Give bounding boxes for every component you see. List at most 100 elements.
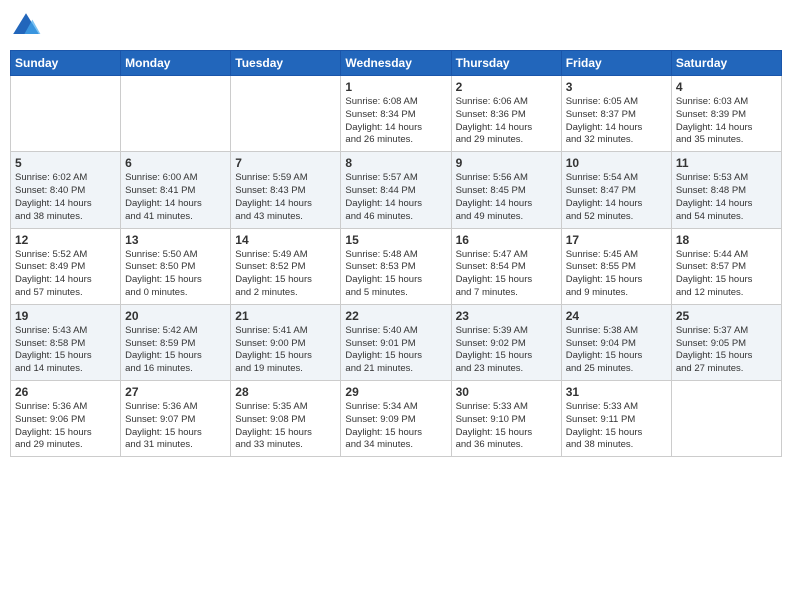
day-info: Sunrise: 6:00 AM Sunset: 8:41 PM Dayligh… — [125, 172, 202, 221]
day-number: 11 — [676, 156, 777, 170]
calendar-cell: 9 Sunrise: 5:56 AM Sunset: 8:45 PM Daylig… — [451, 152, 561, 228]
day-number: 23 — [456, 309, 557, 323]
day-number: 28 — [235, 385, 336, 399]
calendar-cell: 28 Sunrise: 5:35 AM Sunset: 9:08 PM Dayli… — [231, 381, 341, 457]
day-number: 5 — [15, 156, 116, 170]
day-number: 1 — [345, 80, 446, 94]
day-info: Sunrise: 5:35 AM Sunset: 9:08 PM Dayligh… — [235, 401, 312, 450]
calendar-cell: 7Sunrise: 5:59 AM Sunset: 8:43 PM Daylig… — [231, 152, 341, 228]
day-number: 31 — [566, 385, 667, 399]
day-info: Sunrise: 5:39 AM Sunset: 9:02 PM Dayligh… — [456, 325, 533, 374]
day-number: 18 — [676, 233, 777, 247]
day-info: Sunrise: 6:08 AM Sunset: 8:34 PM Dayligh… — [345, 96, 422, 145]
day-number: 12 — [15, 233, 116, 247]
day-info: Sunrise: 5:45 AM Sunset: 8:55 PM Dayligh… — [566, 249, 643, 298]
day-number: 29 — [345, 385, 446, 399]
calendar-cell: 3 Sunrise: 6:05 AM Sunset: 8:37 PM Daylig… — [561, 76, 671, 152]
day-info: Sunrise: 5:40 AM Sunset: 9:01 PM Dayligh… — [345, 325, 422, 374]
day-info: Sunrise: 5:33 AM Sunset: 9:11 PM Dayligh… — [566, 401, 643, 450]
calendar-cell: 19 Sunrise: 5:43 AM Sunset: 8:58 PM Dayli… — [11, 304, 121, 380]
calendar-cell: 27 Sunrise: 5:36 AM Sunset: 9:07 PM Dayli… — [121, 381, 231, 457]
day-info: Sunrise: 5:50 AM Sunset: 8:50 PM Dayligh… — [125, 249, 202, 298]
calendar-header-row: SundayMondayTuesdayWednesdayThursdayFrid… — [11, 51, 782, 76]
calendar-cell: 2 Sunrise: 6:06 AM Sunset: 8:36 PM Daylig… — [451, 76, 561, 152]
day-info: Sunrise: 5:49 AM Sunset: 8:52 PM Dayligh… — [235, 249, 312, 298]
calendar-cell: 18Sunrise: 5:44 AM Sunset: 8:57 PM Dayli… — [671, 228, 781, 304]
calendar-cell: 1 Sunrise: 6:08 AM Sunset: 8:34 PM Daylig… — [341, 76, 451, 152]
day-info: Sunrise: 5:38 AM Sunset: 9:04 PM Dayligh… — [566, 325, 643, 374]
calendar-cell: 5 Sunrise: 6:02 AM Sunset: 8:40 PM Daylig… — [11, 152, 121, 228]
calendar-cell: 31 Sunrise: 5:33 AM Sunset: 9:11 PM Dayli… — [561, 381, 671, 457]
calendar-cell: 12Sunrise: 5:52 AM Sunset: 8:49 PM Dayli… — [11, 228, 121, 304]
calendar-day-header: Thursday — [451, 51, 561, 76]
day-info: Sunrise: 5:36 AM Sunset: 9:06 PM Dayligh… — [15, 401, 92, 450]
calendar-cell: 21Sunrise: 5:41 AM Sunset: 9:00 PM Dayli… — [231, 304, 341, 380]
day-info: Sunrise: 5:33 AM Sunset: 9:10 PM Dayligh… — [456, 401, 533, 450]
calendar-week-row: 5 Sunrise: 6:02 AM Sunset: 8:40 PM Daylig… — [11, 152, 782, 228]
day-number: 13 — [125, 233, 226, 247]
logo-icon — [10, 10, 42, 42]
day-info: Sunrise: 5:47 AM Sunset: 8:54 PM Dayligh… — [456, 249, 533, 298]
day-number: 2 — [456, 80, 557, 94]
calendar-day-header: Saturday — [671, 51, 781, 76]
calendar-cell: 16 Sunrise: 5:47 AM Sunset: 8:54 PM Dayli… — [451, 228, 561, 304]
day-info: Sunrise: 6:06 AM Sunset: 8:36 PM Dayligh… — [456, 96, 533, 145]
day-number: 15 — [345, 233, 446, 247]
calendar-cell — [11, 76, 121, 152]
day-number: 7 — [235, 156, 336, 170]
day-number: 6 — [125, 156, 226, 170]
day-info: Sunrise: 5:36 AM Sunset: 9:07 PM Dayligh… — [125, 401, 202, 450]
calendar-table: SundayMondayTuesdayWednesdayThursdayFrid… — [10, 50, 782, 457]
day-number: 22 — [345, 309, 446, 323]
day-info: Sunrise: 5:53 AM Sunset: 8:48 PM Dayligh… — [676, 172, 753, 221]
day-number: 16 — [456, 233, 557, 247]
day-number: 3 — [566, 80, 667, 94]
calendar-cell: 22 Sunrise: 5:40 AM Sunset: 9:01 PM Dayli… — [341, 304, 451, 380]
calendar-day-header: Sunday — [11, 51, 121, 76]
calendar-cell: 29 Sunrise: 5:34 AM Sunset: 9:09 PM Dayli… — [341, 381, 451, 457]
calendar-day-header: Wednesday — [341, 51, 451, 76]
calendar-week-row: 19 Sunrise: 5:43 AM Sunset: 8:58 PM Dayli… — [11, 304, 782, 380]
day-number: 14 — [235, 233, 336, 247]
header — [10, 10, 782, 42]
calendar-cell: 23 Sunrise: 5:39 AM Sunset: 9:02 PM Dayli… — [451, 304, 561, 380]
calendar-cell: 25Sunrise: 5:37 AM Sunset: 9:05 PM Dayli… — [671, 304, 781, 380]
day-number: 8 — [345, 156, 446, 170]
calendar-cell: 6 Sunrise: 6:00 AM Sunset: 8:41 PM Daylig… — [121, 152, 231, 228]
calendar-cell — [671, 381, 781, 457]
calendar-cell: 15 Sunrise: 5:48 AM Sunset: 8:53 PM Dayli… — [341, 228, 451, 304]
day-number: 9 — [456, 156, 557, 170]
day-info: Sunrise: 6:02 AM Sunset: 8:40 PM Dayligh… — [15, 172, 92, 221]
day-info: Sunrise: 6:05 AM Sunset: 8:37 PM Dayligh… — [566, 96, 643, 145]
day-info: Sunrise: 6:03 AM Sunset: 8:39 PM Dayligh… — [676, 96, 753, 145]
day-info: Sunrise: 5:43 AM Sunset: 8:58 PM Dayligh… — [15, 325, 92, 374]
calendar-day-header: Monday — [121, 51, 231, 76]
calendar-cell — [121, 76, 231, 152]
calendar-week-row: 26 Sunrise: 5:36 AM Sunset: 9:06 PM Dayli… — [11, 381, 782, 457]
calendar-cell: 8Sunrise: 5:57 AM Sunset: 8:44 PM Daylig… — [341, 152, 451, 228]
day-number: 26 — [15, 385, 116, 399]
calendar-cell: 13 Sunrise: 5:50 AM Sunset: 8:50 PM Dayli… — [121, 228, 231, 304]
calendar-day-header: Friday — [561, 51, 671, 76]
day-number: 17 — [566, 233, 667, 247]
day-info: Sunrise: 5:48 AM Sunset: 8:53 PM Dayligh… — [345, 249, 422, 298]
day-info: Sunrise: 5:42 AM Sunset: 8:59 PM Dayligh… — [125, 325, 202, 374]
calendar-cell: 14 Sunrise: 5:49 AM Sunset: 8:52 PM Dayli… — [231, 228, 341, 304]
day-number: 19 — [15, 309, 116, 323]
day-info: Sunrise: 5:34 AM Sunset: 9:09 PM Dayligh… — [345, 401, 422, 450]
calendar-cell: 10Sunrise: 5:54 AM Sunset: 8:47 PM Dayli… — [561, 152, 671, 228]
day-number: 30 — [456, 385, 557, 399]
day-number: 27 — [125, 385, 226, 399]
calendar-cell: 30 Sunrise: 5:33 AM Sunset: 9:10 PM Dayli… — [451, 381, 561, 457]
day-info: Sunrise: 5:41 AM Sunset: 9:00 PM Dayligh… — [235, 325, 312, 374]
calendar-week-row: 12Sunrise: 5:52 AM Sunset: 8:49 PM Dayli… — [11, 228, 782, 304]
calendar-day-header: Tuesday — [231, 51, 341, 76]
day-number: 4 — [676, 80, 777, 94]
calendar-cell: 4 Sunrise: 6:03 AM Sunset: 8:39 PM Daylig… — [671, 76, 781, 152]
day-info: Sunrise: 5:56 AM Sunset: 8:45 PM Dayligh… — [456, 172, 533, 221]
calendar-cell: 17 Sunrise: 5:45 AM Sunset: 8:55 PM Dayli… — [561, 228, 671, 304]
calendar-cell: 26 Sunrise: 5:36 AM Sunset: 9:06 PM Dayli… — [11, 381, 121, 457]
calendar-week-row: 1 Sunrise: 6:08 AM Sunset: 8:34 PM Daylig… — [11, 76, 782, 152]
day-number: 24 — [566, 309, 667, 323]
logo — [10, 10, 46, 42]
